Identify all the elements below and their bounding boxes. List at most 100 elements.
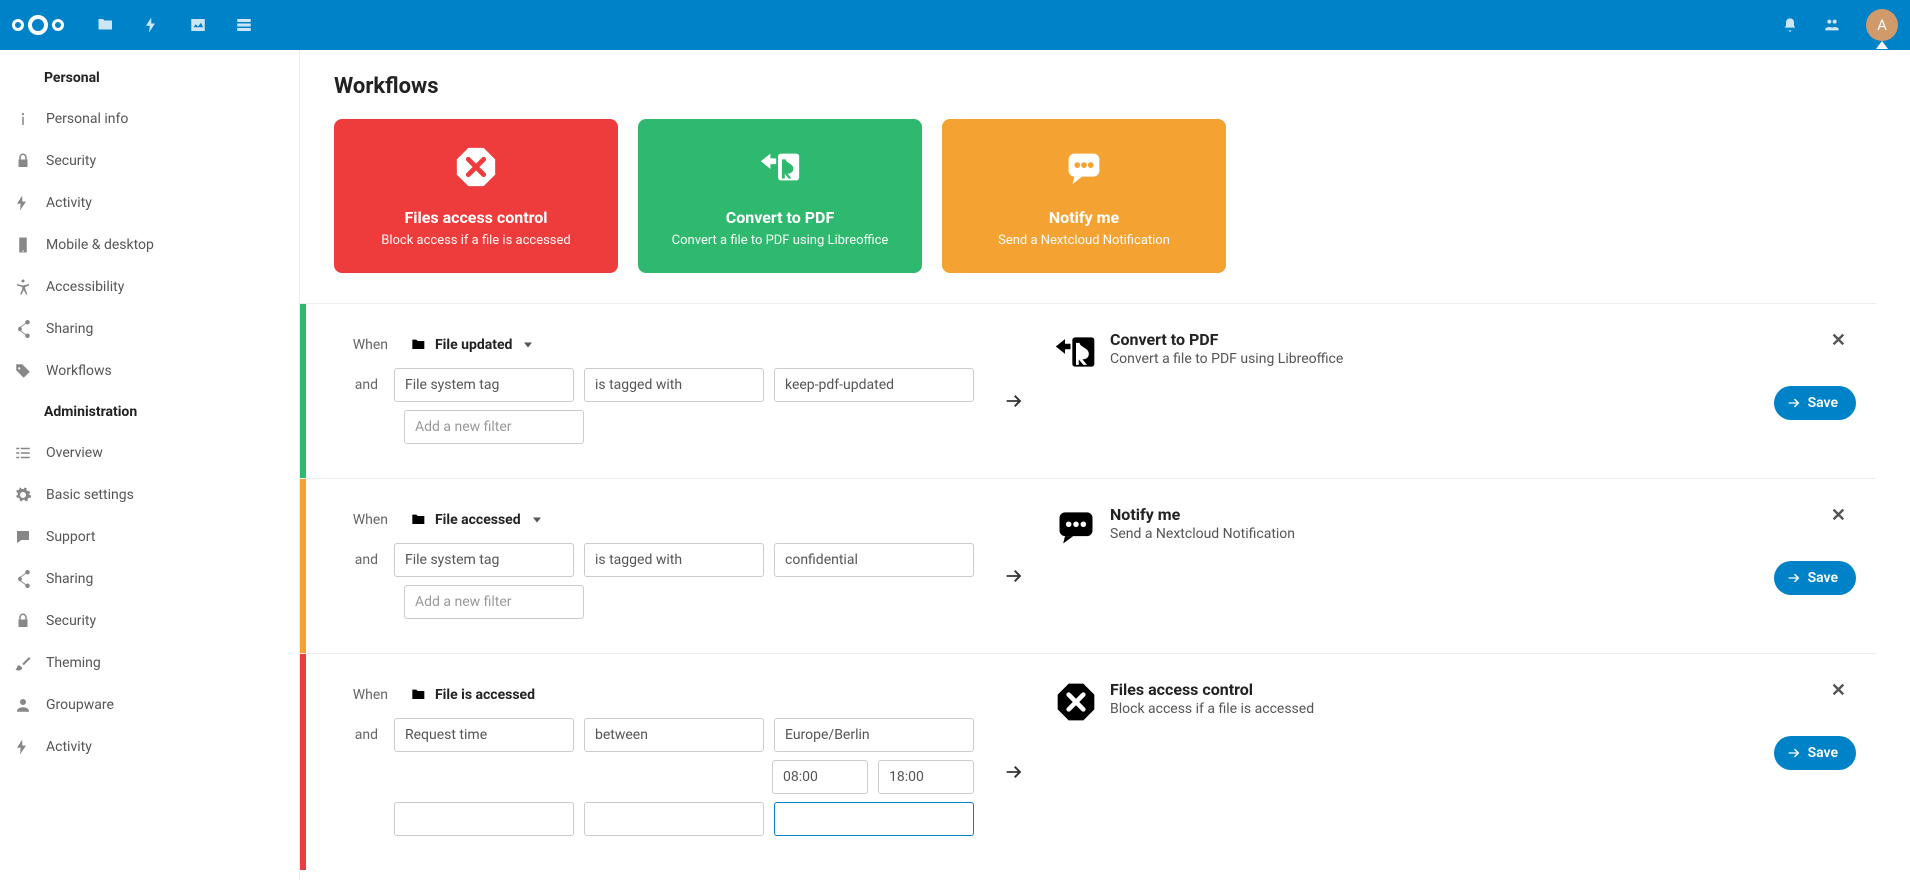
workflow-card-red[interactable]: Files access controlBlock access if a fi… — [334, 119, 618, 273]
rule-conditions: When File updated and — [334, 330, 974, 452]
brush-icon — [14, 654, 32, 672]
filter-operator-input[interactable] — [584, 802, 764, 836]
filter-field-input[interactable] — [394, 718, 574, 752]
folder-icon — [411, 337, 427, 353]
action-desc: Block access if a file is accessed — [1110, 701, 1314, 717]
sidebar-item-personal-info[interactable]: Personal info — [0, 98, 299, 140]
sidebar-item-activity[interactable]: Activity — [0, 726, 299, 768]
event-label: File updated — [435, 337, 512, 353]
filter-value-input[interactable] — [774, 543, 974, 577]
sidebar-item-overview[interactable]: Overview — [0, 432, 299, 474]
folder-icon — [411, 687, 427, 703]
event-select[interactable]: File is accessed — [404, 680, 564, 710]
deck-icon[interactable] — [235, 16, 253, 34]
filter-value-input[interactable] — [774, 718, 974, 752]
arrow-icon — [974, 680, 1054, 844]
lock-icon — [14, 152, 32, 170]
event-select[interactable]: File updated — [404, 330, 541, 360]
sidebar-item-sharing[interactable]: Sharing — [0, 558, 299, 600]
sidebar-item-security[interactable]: Security — [0, 140, 299, 182]
gear-icon — [14, 486, 32, 504]
action-icon — [1054, 330, 1098, 374]
and-label: and — [334, 377, 384, 393]
delete-rule-button[interactable]: ✕ — [1831, 680, 1846, 701]
sidebar-item-label: Overview — [46, 445, 103, 461]
add-filter-input[interactable] — [404, 585, 584, 619]
filter-field-input[interactable] — [394, 368, 574, 402]
sidebar-item-workflows[interactable]: Workflows — [0, 350, 299, 392]
arrow-icon — [974, 330, 1054, 452]
action-title: Notify me — [1110, 505, 1295, 524]
card-desc: Send a Nextcloud Notification — [998, 233, 1170, 248]
filter-field-input[interactable] — [394, 802, 574, 836]
user-icon — [14, 696, 32, 714]
sidebar-item-groupware[interactable]: Groupware — [0, 684, 299, 726]
sidebar-item-label: Security — [46, 613, 96, 629]
filter-value-input[interactable] — [774, 802, 974, 836]
photos-icon[interactable] — [189, 16, 207, 34]
rule-conditions: When File accessed and — [334, 505, 974, 627]
chat-icon — [14, 528, 32, 546]
filter-operator-input[interactable] — [584, 368, 764, 402]
bolt-icon — [14, 194, 32, 212]
main-content: Workflows Files access controlBlock acce… — [300, 50, 1910, 880]
bolt-icon — [14, 738, 32, 756]
sidebar-item-label: Workflows — [46, 363, 112, 379]
workflow-rule: When File is accessed and — [300, 653, 1876, 870]
lock-icon — [14, 612, 32, 630]
sidebar-item-activity[interactable]: Activity — [0, 182, 299, 224]
sidebar-item-mobile-desktop[interactable]: Mobile & desktop — [0, 224, 299, 266]
action-desc: Convert a file to PDF using Libreoffice — [1110, 351, 1343, 367]
card-title: Convert to PDF — [726, 208, 834, 227]
contacts-icon[interactable] — [1824, 17, 1840, 33]
delete-rule-button[interactable]: ✕ — [1831, 330, 1846, 351]
arrow-icon — [974, 505, 1054, 627]
filter-operator-input[interactable] — [584, 543, 764, 577]
share-icon — [14, 570, 32, 588]
sidebar-item-accessibility[interactable]: Accessibility — [0, 266, 299, 308]
sidebar-item-support[interactable]: Support — [0, 516, 299, 558]
sidebar-item-label: Groupware — [46, 697, 114, 713]
workflow-rule: When File updated and Convert to P — [300, 303, 1876, 478]
workflow-card-orange[interactable]: Notify meSend a Nextcloud Notification — [942, 119, 1226, 273]
avatar[interactable]: A — [1866, 9, 1898, 41]
info-icon — [14, 110, 32, 128]
sidebar-item-label: Security — [46, 153, 96, 169]
notifications-icon[interactable] — [1782, 17, 1798, 33]
add-filter-input[interactable] — [404, 410, 584, 444]
sidebar-item-label: Basic settings — [46, 487, 134, 503]
topbar: A — [0, 0, 1910, 50]
share-icon — [14, 320, 32, 338]
filter-operator-input[interactable] — [584, 718, 764, 752]
sidebar-item-label: Activity — [46, 739, 92, 755]
and-label: and — [334, 552, 384, 568]
filter-value-input[interactable] — [774, 368, 974, 402]
card-title: Files access control — [404, 208, 547, 227]
sidebar-item-label: Accessibility — [46, 279, 124, 295]
sidebar: Personal Personal info Security Activity Mo… — [0, 50, 300, 880]
time-to-input[interactable] — [878, 760, 974, 794]
sidebar-item-label: Sharing — [46, 321, 93, 337]
tag-icon — [14, 362, 32, 380]
sidebar-heading-personal: Personal — [0, 58, 299, 98]
action-icon — [1054, 505, 1098, 549]
sidebar-item-label: Personal info — [46, 111, 128, 127]
activity-icon[interactable] — [143, 16, 161, 34]
save-button[interactable]: Save — [1774, 561, 1856, 595]
logo[interactable] — [12, 15, 64, 35]
filter-field-input[interactable] — [394, 543, 574, 577]
sidebar-item-basic-settings[interactable]: Basic settings — [0, 474, 299, 516]
sidebar-item-label: Mobile & desktop — [46, 237, 154, 253]
sidebar-item-security[interactable]: Security — [0, 600, 299, 642]
event-select[interactable]: File accessed — [404, 505, 550, 535]
save-button[interactable]: Save — [1774, 386, 1856, 420]
files-icon[interactable] — [97, 16, 115, 34]
action-desc: Send a Nextcloud Notification — [1110, 526, 1295, 542]
rule-conditions: When File is accessed and — [334, 680, 974, 844]
time-from-input[interactable] — [772, 760, 868, 794]
sidebar-item-theming[interactable]: Theming — [0, 642, 299, 684]
workflow-card-green[interactable]: Convert to PDFConvert a file to PDF usin… — [638, 119, 922, 273]
delete-rule-button[interactable]: ✕ — [1831, 505, 1846, 526]
sidebar-item-sharing[interactable]: Sharing — [0, 308, 299, 350]
save-button[interactable]: Save — [1774, 736, 1856, 770]
